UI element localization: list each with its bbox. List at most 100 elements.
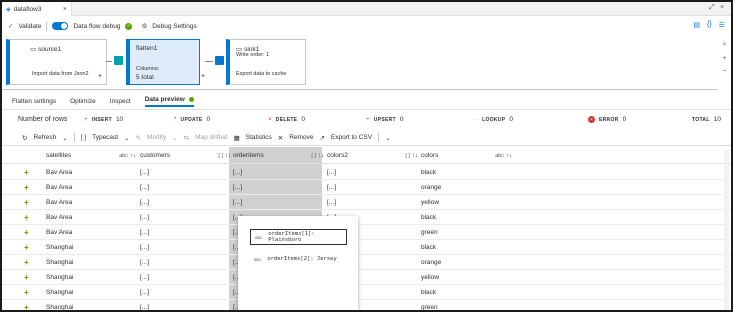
table-cell: Shanghai (46, 289, 74, 296)
type-indicator: [ ] (405, 152, 410, 159)
sink1-desc: Export data to cache (236, 71, 287, 77)
table-cell[interactable]: [...] (323, 165, 336, 180)
table-cell[interactable]: [...] (136, 270, 149, 285)
close-tab-icon[interactable]: × (63, 6, 67, 13)
table-row[interactable]: +Shanghai[...][...][...]yellow (2, 270, 731, 285)
update-icon: * (174, 116, 177, 123)
column-header-colors[interactable]: colors abc ↑↓ (417, 147, 513, 164)
update-stat: * UPDATE 0 (174, 116, 210, 123)
tab-inspect[interactable]: Inspect (110, 98, 131, 105)
table-cell[interactable]: [...] (136, 225, 149, 240)
column-header-satellites[interactable]: satellites abc ↑↓ (42, 147, 136, 164)
typecast-button[interactable]: Typecast (92, 134, 118, 141)
type-indicator: abc (495, 152, 504, 159)
table-cell[interactable]: [...] (136, 300, 149, 310)
source1-node[interactable]: ▭ source1 Import data from Json2 (6, 39, 107, 85)
column-header-customers[interactable]: customers [ ] ↑↓ (136, 147, 231, 164)
source1-title: source1 (38, 45, 62, 53)
export-button[interactable]: Export to CSV (331, 134, 372, 141)
popup-item-text: orderItems[1]: Plainsboro (268, 231, 315, 243)
flatten-columns-value: 5 total (136, 74, 154, 81)
vertical-scrollbar[interactable] (724, 150, 729, 310)
table-row[interactable]: +Shanghai[...][...][...]orange (2, 255, 731, 270)
column-header-colors2[interactable]: colors2 [ ] ↑↓ (323, 147, 418, 164)
tab-flatten-settings[interactable]: Flatten settings (12, 98, 56, 105)
table-cell[interactable]: [...] (136, 255, 149, 270)
lookup-value: 0 (509, 116, 513, 123)
table-cell[interactable]: [...] (229, 165, 242, 180)
add-after-source-button[interactable]: + (98, 73, 102, 80)
zoom-out-icon[interactable]: − (722, 68, 726, 75)
column-header-orderitems[interactable]: orderitems [ ] ↑↓ (229, 147, 324, 164)
total-stat: TOTAL 10 (692, 116, 721, 123)
table-cell[interactable]: [...] (323, 195, 336, 210)
type-indicator: [ ] (218, 152, 223, 159)
expand-icon[interactable]: ⤢ (709, 4, 715, 12)
flatten1-node[interactable]: flatten1 Columns: 5 total (126, 39, 200, 85)
insert-label: INSERT (91, 116, 112, 123)
tab-data-preview[interactable]: Data preview (144, 96, 194, 107)
table-cell: Bav Area (46, 184, 73, 191)
refresh-button[interactable]: Refresh (33, 134, 56, 141)
dataflow-canvas[interactable]: ▭ source1 Import data from Json2 + flatte… (2, 35, 718, 90)
remove-button[interactable]: Remove (289, 134, 313, 141)
table-row[interactable]: +Shanghai[...][...][...]black (2, 285, 731, 300)
typecast-icon: [ ] (80, 134, 87, 141)
insert-marker-icon: + (24, 228, 29, 237)
table-cell[interactable]: [...] (229, 180, 242, 195)
properties-icon[interactable]: ☰ (719, 21, 725, 29)
dataflow-debug-toggle[interactable] (52, 22, 69, 30)
close-icon[interactable]: × (720, 4, 724, 11)
column-name: satellites (46, 152, 72, 159)
table-row[interactable]: +Shanghai[...][...][...]green (2, 300, 731, 310)
chevron-down-icon[interactable]: ⌄ (124, 134, 129, 142)
map-drifted-button[interactable]: Map drifted (195, 134, 228, 141)
table-cell[interactable]: [...] (136, 210, 149, 225)
sink1-node[interactable]: ▭ sink1 Write order: 1 Export data to cac… (226, 39, 306, 85)
table-cell[interactable]: [...] (136, 165, 149, 180)
table-row[interactable]: +Bav Area[...][...][...]green (2, 225, 731, 240)
delete-label: DELETE (275, 116, 298, 123)
table-cell[interactable]: [...] (136, 240, 149, 255)
table-cell: Shanghai (46, 244, 74, 251)
table-row[interactable]: +Bav Area[...][...][...]black (2, 210, 731, 225)
column-name: colors (421, 152, 439, 159)
connector-line (205, 61, 213, 62)
sort-icon[interactable]: ↑↓ (506, 152, 513, 159)
debug-settings-button[interactable]: Debug Settings (152, 23, 196, 30)
table-cell[interactable]: [...] (136, 180, 149, 195)
lookup-icon: · (476, 116, 479, 123)
zoom-in-icon[interactable]: + (722, 55, 726, 62)
delete-value: 0 (301, 116, 305, 123)
search-icon[interactable]: ⌕ (723, 41, 727, 49)
source1-desc: Import data from Json2 (32, 71, 89, 77)
insert-marker-icon: + (24, 168, 29, 177)
tab-optimize[interactable]: Optimize (70, 98, 96, 105)
column-name: colors2 (327, 152, 348, 159)
table-cell[interactable]: [...] (136, 285, 149, 300)
table-header: satellites abc ↑↓ customers [ ] ↑↓ order… (2, 147, 731, 164)
table-cell[interactable]: [...] (229, 195, 242, 210)
table-cell[interactable]: [...] (323, 180, 336, 195)
popup-item[interactable]: abc orderItems[1]: Plainsboro (250, 229, 347, 245)
popup-item[interactable]: abc orderItems[2]: Jersey (250, 251, 337, 267)
braces-icon[interactable]: {} (707, 21, 712, 29)
table-cell: orange (421, 184, 442, 191)
statistics-button[interactable]: Statistics (246, 134, 272, 141)
tab-title: dataflow3 (13, 5, 42, 13)
validate-button[interactable]: Validate (18, 23, 41, 30)
chevron-down-icon[interactable]: ⌄ (172, 134, 177, 142)
table-cell[interactable]: [...] (136, 195, 149, 210)
table-row[interactable]: +Shanghai[...][...][...]black (2, 240, 731, 255)
table-cell: black (421, 169, 437, 176)
tab-dataflow3[interactable]: ◈ dataflow3 × (2, 2, 72, 16)
table-row[interactable]: +Bav Area[...][...][...]black (2, 165, 731, 180)
chevron-down-icon[interactable]: ⌄ (385, 134, 390, 142)
add-after-flatten-button[interactable]: + (201, 73, 205, 80)
modify-button[interactable]: Modify (147, 134, 166, 141)
total-label: TOTAL (692, 116, 710, 123)
table-row[interactable]: + Bav Area [...] [...] [...] yellow (2, 195, 731, 210)
code-icon[interactable]: ▤ (693, 21, 700, 29)
table-row[interactable]: + Bav Area [...] [...] [...] orange (2, 180, 731, 195)
chevron-down-icon[interactable]: ⌄ (62, 134, 67, 142)
